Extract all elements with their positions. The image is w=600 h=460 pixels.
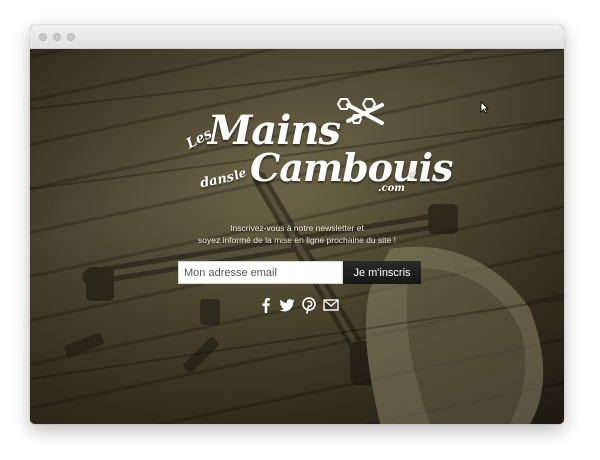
logo-registered-mark: ® <box>408 169 417 179</box>
email-icon[interactable] <box>322 296 340 314</box>
logo-com: .com <box>378 183 405 194</box>
browser-window: Les Mains dans le Cambouis .com ® Inscri… <box>30 25 564 424</box>
newsletter-form: Je m'inscris <box>178 261 421 284</box>
browser-titlebar <box>30 25 564 49</box>
email-input[interactable] <box>178 261 343 284</box>
subscribe-button[interactable]: Je m'inscris <box>343 261 421 284</box>
pinterest-icon[interactable] <box>300 296 318 314</box>
logo-dans: dans <box>198 169 236 192</box>
tagline-line-2: soyez informé de la mise en ligne procha… <box>198 235 396 245</box>
newsletter-tagline: Inscrivez-vous à notre newsletter et soy… <box>150 222 444 246</box>
close-window-button[interactable] <box>39 33 47 41</box>
twitter-icon[interactable] <box>278 296 296 314</box>
maximize-window-button[interactable] <box>67 33 75 41</box>
logo-cambouis: Cambouis <box>250 145 453 190</box>
landing-page: Les Mains dans le Cambouis .com ® Inscri… <box>30 49 564 424</box>
tagline-line-1: Inscrivez-vous à notre newsletter et <box>230 223 364 233</box>
minimize-window-button[interactable] <box>53 33 61 41</box>
mouse-cursor-icon <box>480 101 489 114</box>
facebook-icon[interactable] <box>257 296 275 314</box>
site-logo: Les Mains dans le Cambouis .com ® <box>178 93 453 203</box>
